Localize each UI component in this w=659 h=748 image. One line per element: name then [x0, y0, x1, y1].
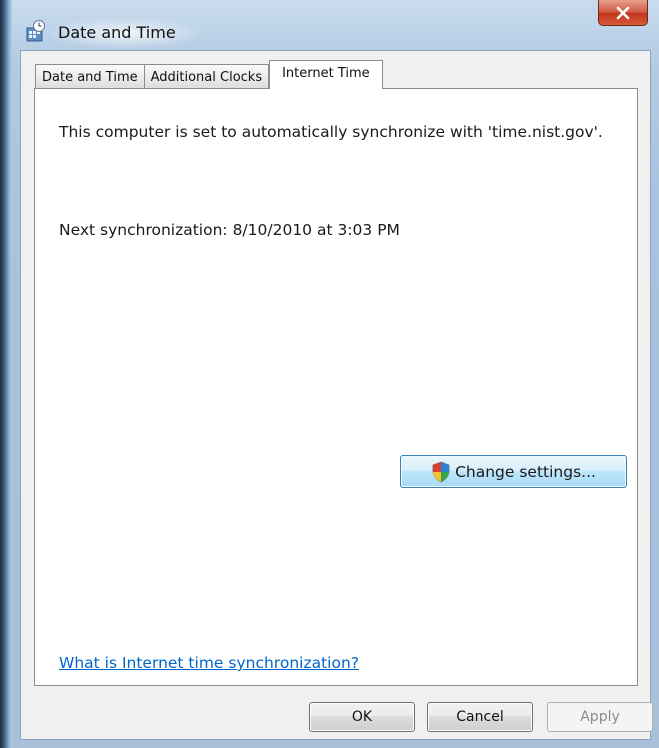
date-time-control-panel-icon [26, 20, 46, 42]
date-time-window: Date and Time Date and Time Additional C… [0, 0, 659, 748]
tab-internet-time[interactable]: Internet Time [269, 60, 383, 89]
change-settings-label: Change settings... [455, 462, 596, 481]
tab-strip: Date and Time Additional Clocks Internet… [35, 60, 383, 89]
cancel-button[interactable]: Cancel [427, 702, 533, 732]
tab-date-and-time[interactable]: Date and Time [35, 64, 145, 89]
tab-additional-clocks[interactable]: Additional Clocks [143, 64, 270, 89]
internet-time-help-link[interactable]: What is Internet time synchronization? [59, 654, 359, 672]
apply-button[interactable]: Apply [547, 702, 653, 732]
ok-button[interactable]: OK [309, 702, 415, 732]
window-left-edge [0, 0, 12, 748]
next-sync-text: Next synchronization: 8/10/2010 at 3:03 … [59, 221, 400, 239]
title-bar[interactable]: Date and Time [10, 8, 650, 48]
change-settings-button[interactable]: Change settings... [400, 455, 627, 488]
uac-shield-icon [431, 461, 451, 483]
window-title: Date and Time [58, 23, 176, 42]
sync-status-text: This computer is set to automatically sy… [59, 123, 603, 141]
close-button[interactable] [598, 0, 648, 26]
internet-time-panel: This computer is set to automatically sy… [34, 88, 638, 686]
dialog-body: Date and Time Additional Clocks Internet… [20, 50, 653, 740]
close-icon [615, 6, 631, 20]
